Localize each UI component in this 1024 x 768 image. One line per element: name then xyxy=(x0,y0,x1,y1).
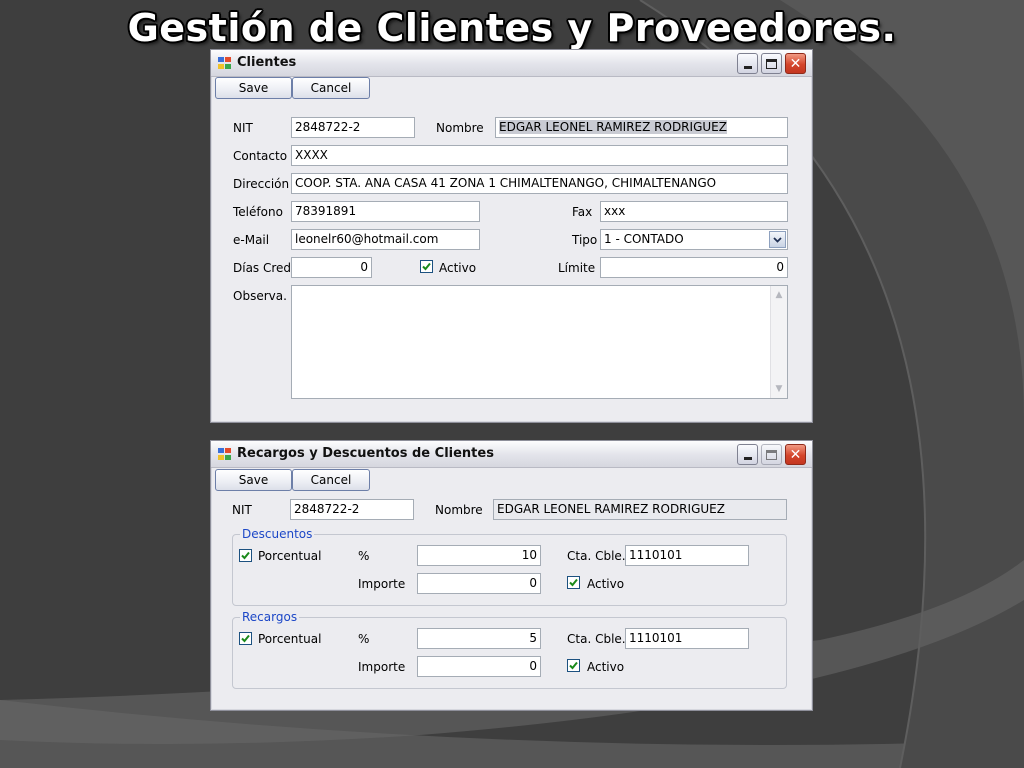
recargos-window: Recargos y Descuentos de Clientes ✕ Save… xyxy=(210,440,813,711)
recargos-porcentual-checkbox[interactable] xyxy=(239,632,252,645)
window-title: Clientes xyxy=(237,55,297,70)
email-label: e-Mail xyxy=(233,233,270,247)
maximize-button[interactable] xyxy=(761,53,782,74)
cancel-button[interactable]: Cancel xyxy=(292,469,370,491)
nombre-label: Nombre xyxy=(435,503,483,517)
close-button[interactable]: ✕ xyxy=(785,444,806,465)
descuentos-activo-label: Activo xyxy=(587,577,625,591)
recargos-legend: Recargos xyxy=(240,610,300,624)
recargos-activo-checkbox[interactable] xyxy=(567,659,580,672)
descuentos-cta-field[interactable]: 1110101 xyxy=(625,545,749,566)
cancel-button[interactable]: Cancel xyxy=(292,77,370,99)
window-title: Recargos y Descuentos de Clientes xyxy=(237,446,494,461)
scroll-up-icon[interactable]: ▲ xyxy=(773,289,785,301)
recargos-porcentual-label: Porcentual xyxy=(258,632,322,646)
tipo-selected-value: 1 - CONTADO xyxy=(604,232,684,246)
descuentos-porcentual-label: Porcentual xyxy=(258,549,322,563)
slide-title: Gestión de Clientes y Proveedores. xyxy=(127,6,897,50)
recargos-importe-field[interactable]: 0 xyxy=(417,656,541,677)
checkmark-icon xyxy=(422,262,431,271)
recargos-titlebar[interactable]: Recargos y Descuentos de Clientes ✕ xyxy=(211,441,812,468)
activo-checkbox[interactable] xyxy=(420,260,433,273)
nombre-value: EDGAR LEONEL RAMIREZ RODRIGUEZ xyxy=(499,120,727,134)
fax-label: Fax xyxy=(572,205,593,219)
nit-label: NIT xyxy=(233,121,253,135)
nit-field[interactable]: 2848722-2 xyxy=(291,117,415,138)
close-button[interactable]: ✕ xyxy=(785,53,806,74)
scroll-down-icon[interactable]: ▼ xyxy=(773,383,785,395)
descuentos-cta-label: Cta. Cble. xyxy=(567,549,626,563)
dias-cred-field[interactable]: 0 xyxy=(291,257,372,278)
email-field[interactable]: leonelr60@hotmail.com xyxy=(291,229,480,250)
checkmark-icon xyxy=(241,551,250,560)
descuentos-importe-label: Importe xyxy=(358,577,406,591)
observa-scrollbar[interactable]: ▲ ▼ xyxy=(770,286,787,398)
telefono-field[interactable]: 78391891 xyxy=(291,201,480,222)
chevron-down-icon xyxy=(773,236,782,243)
maximize-icon xyxy=(766,449,777,460)
minimize-icon xyxy=(743,457,752,460)
descuentos-pct-label: % xyxy=(358,549,370,563)
recargos-pct-field[interactable]: 5 xyxy=(417,628,541,649)
save-button[interactable]: Save xyxy=(215,77,292,99)
telefono-label: Teléfono xyxy=(233,205,283,219)
nit-label: NIT xyxy=(232,503,252,517)
clientes-window: Clientes ✕ Save Cancel NIT 2848722-2 Nom… xyxy=(210,49,813,423)
minimize-button[interactable] xyxy=(737,53,758,74)
observa-textarea[interactable]: ▲ ▼ xyxy=(291,285,788,399)
descuentos-activo-checkbox[interactable] xyxy=(567,576,580,589)
contacto-label: Contacto xyxy=(233,149,288,163)
app-icon xyxy=(218,448,232,461)
recargos-group: Recargos Porcentual % 5 Cta. Cble. 11101… xyxy=(232,610,787,689)
recargos-cta-field[interactable]: 1110101 xyxy=(625,628,749,649)
descuentos-legend: Descuentos xyxy=(240,527,315,541)
maximize-icon xyxy=(766,58,777,69)
recargos-importe-label: Importe xyxy=(358,660,406,674)
direccion-label: Dirección xyxy=(233,177,290,191)
minimize-button[interactable] xyxy=(737,444,758,465)
tipo-dropdown-button[interactable] xyxy=(769,231,786,248)
recargos-activo-label: Activo xyxy=(587,660,625,674)
nombre-label: Nombre xyxy=(436,121,484,135)
close-icon: ✕ xyxy=(789,55,802,72)
checkmark-icon xyxy=(569,578,578,587)
nit-field[interactable]: 2848722-2 xyxy=(290,499,414,520)
checkmark-icon xyxy=(569,661,578,670)
nombre-field[interactable]: EDGAR LEONEL RAMIREZ RODRIGUEZ xyxy=(495,117,788,138)
descuentos-importe-field[interactable]: 0 xyxy=(417,573,541,594)
recargos-cta-label: Cta. Cble. xyxy=(567,632,626,646)
recargos-pct-label: % xyxy=(358,632,370,646)
nombre-field[interactable]: EDGAR LEONEL RAMIREZ RODRIGUEZ xyxy=(493,499,787,520)
fax-field[interactable]: xxx xyxy=(600,201,788,222)
descuentos-group: Descuentos Porcentual % 10 Cta. Cble. 11… xyxy=(232,527,787,606)
activo-label: Activo xyxy=(439,261,477,275)
limite-label: Límite xyxy=(558,261,596,275)
maximize-button[interactable] xyxy=(761,444,782,465)
limite-field[interactable]: 0 xyxy=(600,257,788,278)
direccion-field[interactable]: COOP. STA. ANA CASA 41 ZONA 1 CHIMALTENA… xyxy=(291,173,788,194)
clientes-titlebar[interactable]: Clientes ✕ xyxy=(211,50,812,77)
checkmark-icon xyxy=(241,634,250,643)
descuentos-porcentual-checkbox[interactable] xyxy=(239,549,252,562)
tipo-label: Tipo xyxy=(572,233,598,247)
descuentos-pct-field[interactable]: 10 xyxy=(417,545,541,566)
observa-label: Observa. xyxy=(233,289,287,303)
contacto-field[interactable]: XXXX xyxy=(291,145,788,166)
minimize-icon xyxy=(743,66,752,69)
close-icon: ✕ xyxy=(789,446,802,463)
app-icon xyxy=(218,57,232,70)
dias-cred-label: Días Cred. xyxy=(233,261,295,275)
tipo-select[interactable]: 1 - CONTADO xyxy=(600,229,788,250)
save-button[interactable]: Save xyxy=(215,469,292,491)
